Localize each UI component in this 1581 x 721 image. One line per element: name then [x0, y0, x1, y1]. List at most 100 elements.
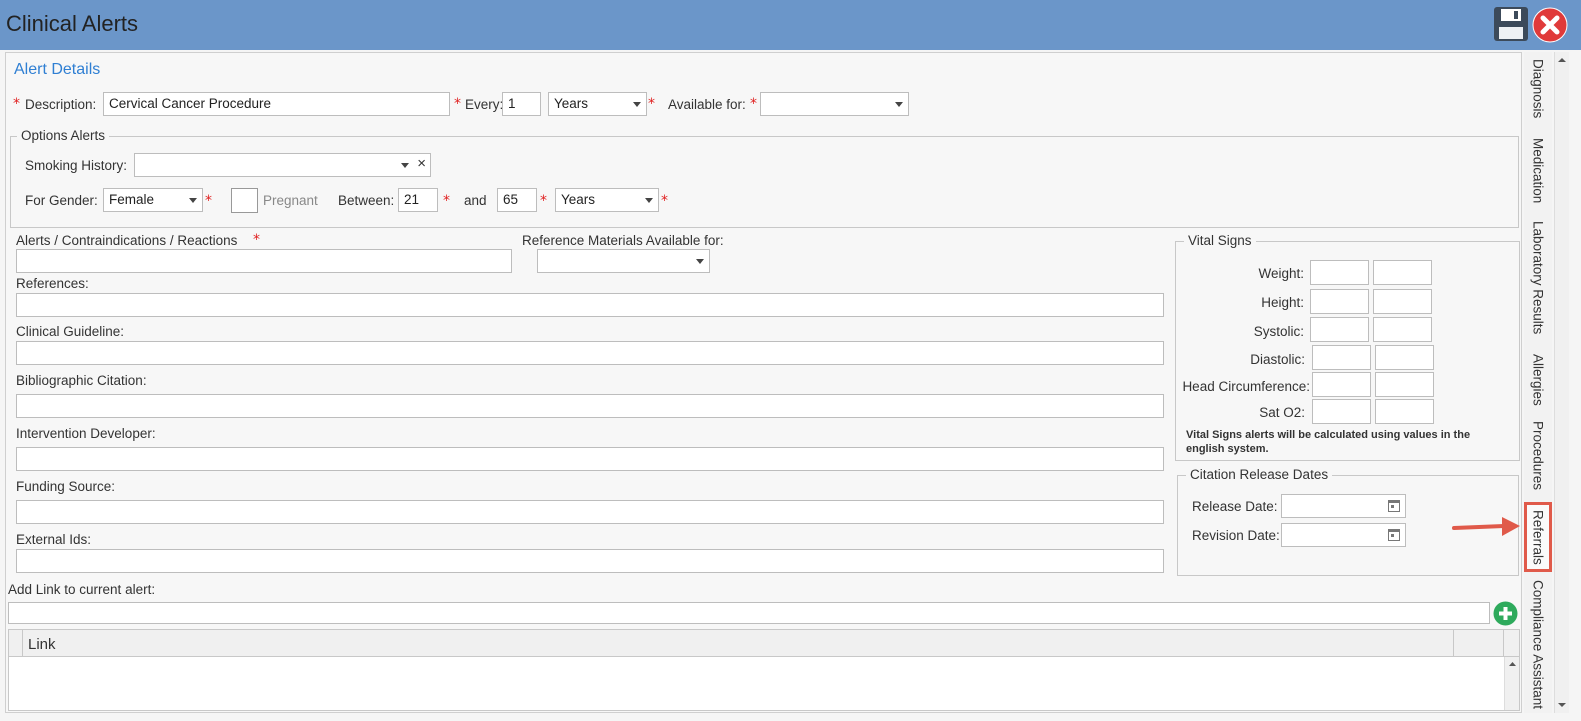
- required-mark: *: [13, 96, 20, 112]
- references-label: References:: [16, 276, 89, 291]
- every-input[interactable]: 1: [502, 92, 541, 116]
- scroll-up-icon[interactable]: [1555, 54, 1570, 66]
- intervention-developer-input[interactable]: [16, 447, 1164, 471]
- diastolic-label: Diastolic:: [1250, 352, 1305, 367]
- tab-procedures[interactable]: Procedures: [1524, 420, 1552, 492]
- age-from-input[interactable]: 21: [398, 188, 438, 212]
- alerts-input[interactable]: [16, 249, 512, 273]
- diastolic-min-input[interactable]: [1312, 345, 1371, 370]
- height-min-input[interactable]: [1310, 289, 1369, 314]
- chevron-down-icon: [645, 198, 653, 203]
- smoking-history-label: Smoking History:: [25, 158, 128, 173]
- pregnant-label: Pregnant: [263, 193, 318, 208]
- add-link-input[interactable]: [8, 602, 1490, 624]
- chevron-down-icon: [189, 198, 197, 203]
- title-bar: Clinical Alerts: [0, 0, 1581, 50]
- add-link-label: Add Link to current alert:: [8, 582, 156, 597]
- reference-materials-select[interactable]: [537, 249, 710, 273]
- required-mark: *: [253, 232, 260, 248]
- section-title-alert-details: Alert Details: [14, 61, 101, 78]
- age-unit-value: Years: [561, 192, 596, 207]
- add-link-button[interactable]: [1493, 601, 1518, 626]
- external-ids-label: External Ids:: [16, 532, 92, 547]
- height-max-input[interactable]: [1373, 289, 1432, 314]
- clinical-guideline-input[interactable]: [16, 341, 1164, 365]
- annotation-arrow-icon: [1452, 515, 1522, 539]
- window-title: Clinical Alerts: [6, 11, 139, 36]
- tab-allergies[interactable]: Allergies: [1524, 350, 1552, 410]
- scroll-up-icon[interactable]: [1505, 658, 1520, 670]
- age-to-input[interactable]: 65: [497, 188, 537, 212]
- close-icon[interactable]: [1532, 7, 1568, 43]
- reference-materials-label: Reference Materials Available for:: [522, 233, 724, 248]
- chevron-down-icon: [401, 163, 409, 168]
- age-unit-select[interactable]: Years: [555, 188, 659, 212]
- required-mark: *: [443, 193, 450, 209]
- tab-medication[interactable]: Medication: [1524, 134, 1552, 208]
- calendar-icon[interactable]: [1388, 529, 1400, 541]
- links-table: Link: [8, 629, 1520, 711]
- weight-label: Weight:: [1258, 266, 1304, 281]
- available-for-select[interactable]: [760, 92, 909, 116]
- tab-laboratory-results[interactable]: Laboratory Results: [1524, 218, 1552, 338]
- required-mark: *: [540, 193, 547, 209]
- head-circumference-label: Head Circumference:: [1182, 379, 1310, 394]
- between-label: Between:: [338, 193, 395, 208]
- description-input[interactable]: Cervical Cancer Procedure: [103, 92, 450, 116]
- tab-compliance-assistant[interactable]: Compliance Assistant: [1524, 580, 1552, 713]
- diastolic-max-input[interactable]: [1375, 345, 1434, 370]
- tab-referrals[interactable]: Referrals: [1524, 502, 1552, 572]
- vital-signs-title: Vital Signs: [1184, 233, 1256, 248]
- revision-date-input[interactable]: [1281, 523, 1406, 547]
- sat-o2-label: Sat O2:: [1259, 405, 1305, 420]
- required-mark: *: [205, 193, 212, 209]
- every-label: Every:: [465, 97, 504, 112]
- row-selector-header: [9, 630, 23, 657]
- required-mark: *: [454, 96, 461, 112]
- revision-date-label: Revision Date:: [1192, 528, 1280, 543]
- systolic-max-input[interactable]: [1373, 317, 1432, 342]
- options-alerts-group: [10, 136, 1519, 228]
- table-scrollbar[interactable]: [1504, 657, 1519, 710]
- link-column-header[interactable]: Link: [28, 636, 56, 653]
- save-icon[interactable]: [1493, 6, 1529, 42]
- scroll-down-icon[interactable]: [1555, 699, 1570, 711]
- release-date-input[interactable]: [1281, 494, 1406, 518]
- every-unit-select[interactable]: Years: [548, 92, 647, 116]
- gender-value: Female: [109, 192, 155, 207]
- pregnant-checkbox[interactable]: [231, 188, 258, 213]
- gender-label: For Gender:: [25, 193, 98, 208]
- gender-select[interactable]: Female: [103, 188, 203, 212]
- weight-max-input[interactable]: [1373, 260, 1432, 285]
- head-circumference-min-input[interactable]: [1312, 372, 1371, 397]
- options-alerts-title: Options Alerts: [17, 128, 110, 143]
- bibliographic-citation-label: Bibliographic Citation:: [16, 373, 147, 388]
- references-input[interactable]: [16, 293, 1164, 317]
- bibliographic-citation-input[interactable]: [16, 394, 1164, 418]
- systolic-min-input[interactable]: [1310, 317, 1369, 342]
- head-circumference-max-input[interactable]: [1375, 372, 1434, 397]
- chevron-down-icon: [696, 259, 704, 264]
- every-unit-value: Years: [554, 96, 589, 111]
- external-ids-input[interactable]: [16, 549, 1164, 573]
- and-label: and: [464, 193, 487, 208]
- systolic-label: Systolic:: [1253, 324, 1304, 339]
- funding-source-label: Funding Source:: [16, 479, 116, 494]
- sat-o2-max-input[interactable]: [1375, 399, 1434, 424]
- release-date-label: Release Date:: [1192, 499, 1278, 514]
- window-scrollbar[interactable]: [1554, 52, 1569, 713]
- sat-o2-min-input[interactable]: [1312, 399, 1371, 424]
- column-divider: [1503, 630, 1504, 657]
- clear-icon[interactable]: ×: [417, 155, 426, 172]
- tab-diagnosis[interactable]: Diagnosis: [1524, 56, 1552, 122]
- alerts-label: Alerts / Contraindications / Reactions: [16, 233, 238, 248]
- vital-signs-note: Vital Signs alerts will be calculated us…: [1186, 429, 1471, 455]
- available-for-label: Available for:: [668, 97, 746, 112]
- required-mark: *: [648, 96, 655, 112]
- weight-min-input[interactable]: [1310, 260, 1369, 285]
- required-mark: *: [661, 193, 668, 209]
- funding-source-input[interactable]: [16, 500, 1164, 524]
- citation-release-title: Citation Release Dates: [1186, 467, 1333, 482]
- calendar-icon[interactable]: [1388, 500, 1400, 512]
- smoking-history-select[interactable]: ×: [134, 153, 431, 177]
